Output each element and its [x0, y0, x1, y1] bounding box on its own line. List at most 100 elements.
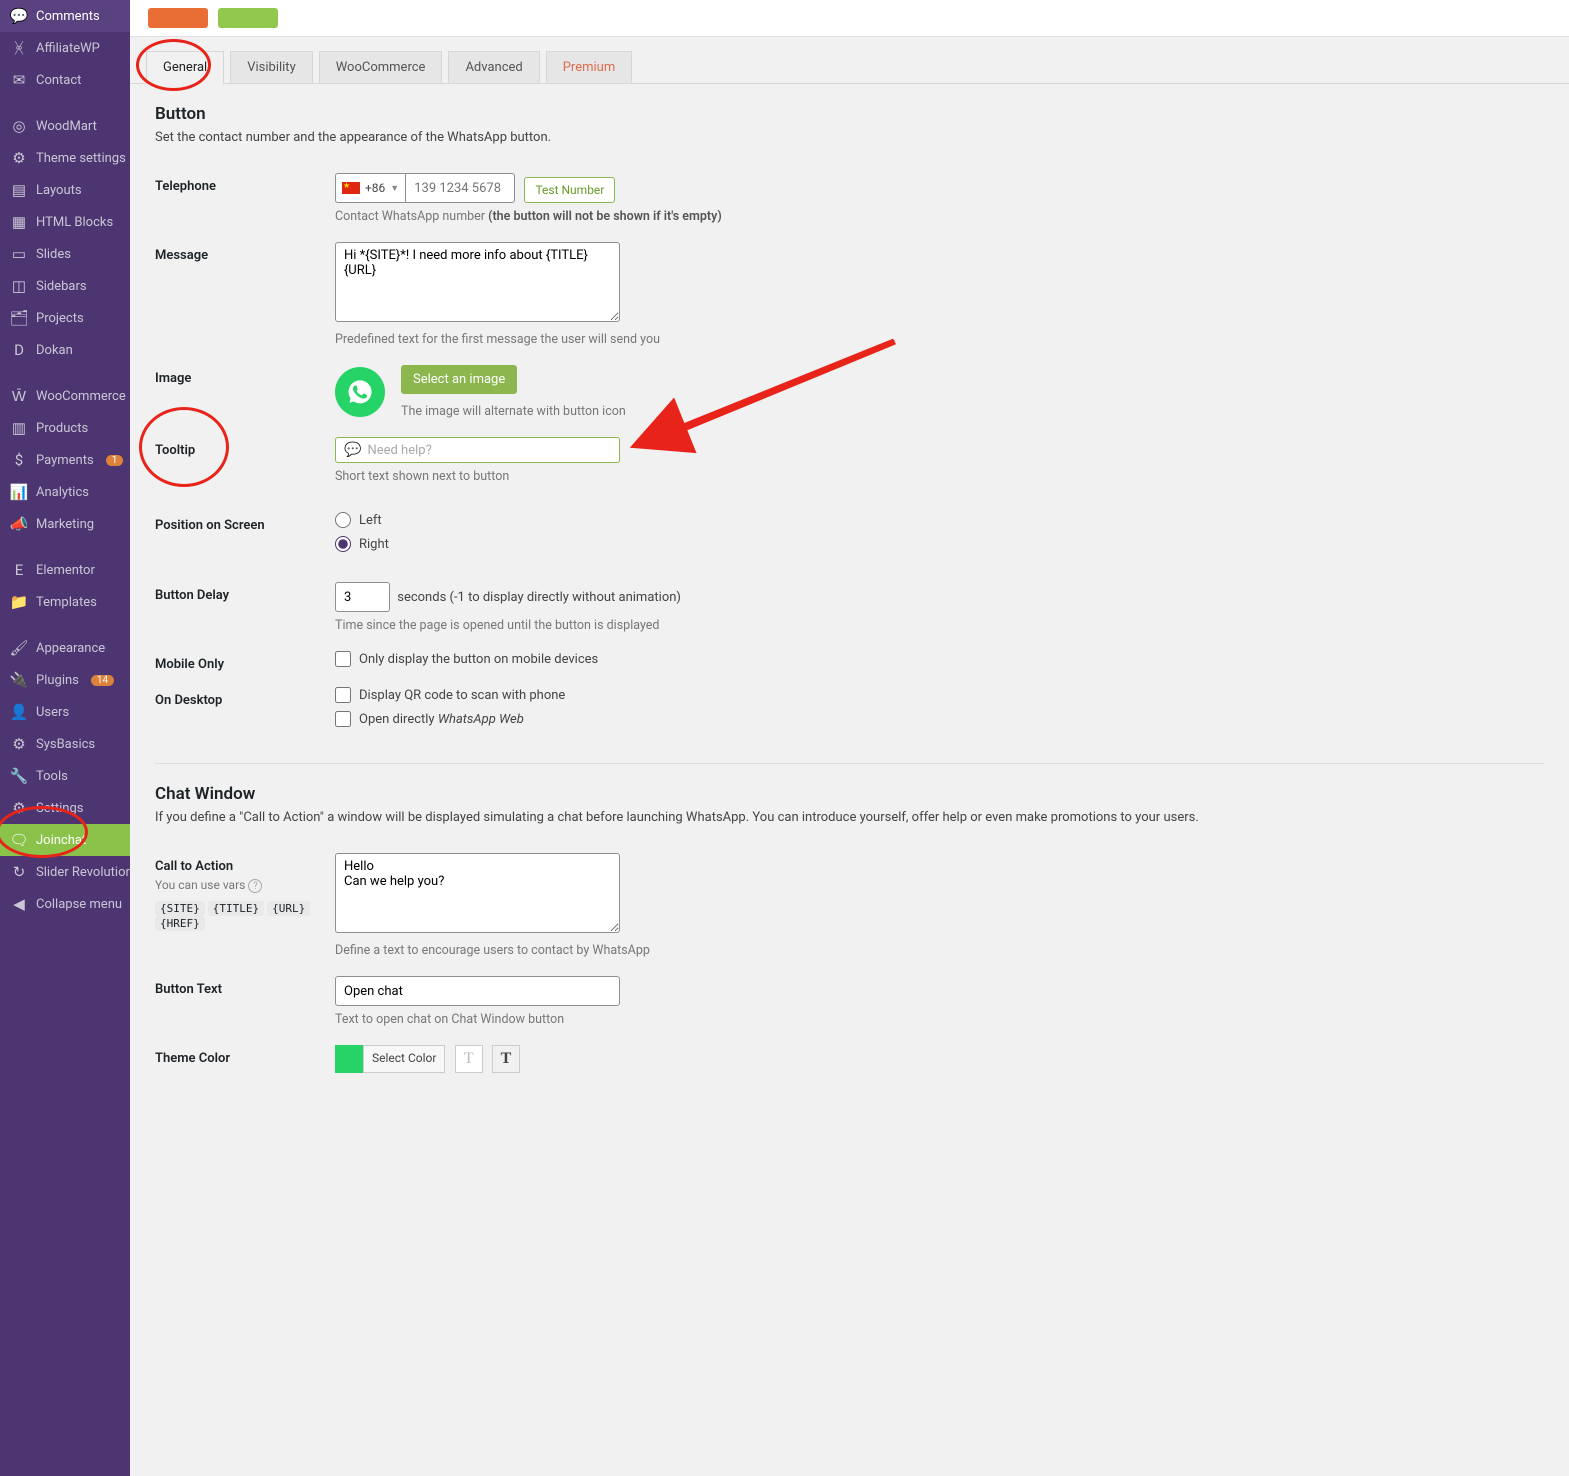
- tooltip-label: Tooltip: [155, 437, 335, 458]
- button-text-input[interactable]: [335, 976, 620, 1006]
- sidebar-item-slider-revolution[interactable]: ↻Slider Revolution: [0, 856, 130, 888]
- tab-general[interactable]: General: [146, 51, 224, 84]
- marketing-icon: 📣: [10, 515, 28, 533]
- whatsapp-icon: [335, 367, 385, 417]
- button-text-label: Button Text: [155, 976, 335, 997]
- text-light-option[interactable]: T: [455, 1045, 483, 1073]
- affiliate-icon: ᚸ: [10, 39, 28, 57]
- sidebar-item-joinchat[interactable]: 🗨 Joinchat: [0, 824, 130, 856]
- sidebar-item-marketing[interactable]: 📣 Marketing: [0, 508, 130, 540]
- country-code-selector[interactable]: +86 ▼: [335, 173, 405, 203]
- sidebar-item-label: SysBasics: [36, 737, 95, 752]
- sidebar-item-woocommerce[interactable]: W̄WooCommerce: [0, 380, 130, 412]
- flag-icon: [342, 182, 360, 194]
- sidebar-item-label: Joinchat: [36, 833, 86, 848]
- position-left-radio[interactable]: [335, 512, 351, 528]
- select-color-button[interactable]: Select Color: [363, 1045, 445, 1073]
- sidebar-item-layouts[interactable]: ▤Layouts: [0, 174, 130, 206]
- joinchat-icon: 🗨: [10, 831, 28, 849]
- tab-premium[interactable]: Premium: [546, 51, 633, 84]
- tooltip-input-wrap[interactable]: 💬: [335, 437, 620, 463]
- sidebar-item-elementor[interactable]: E Elementor: [0, 554, 130, 586]
- sidebar-item-label: WoodMart: [36, 119, 97, 134]
- button-section-desc: Set the contact number and the appearanc…: [155, 130, 1544, 145]
- templates-icon: 📁: [10, 593, 28, 611]
- main-content: General Visibility WooCommerce Advanced …: [130, 0, 1569, 1476]
- tab-visibility[interactable]: Visibility: [230, 51, 313, 84]
- mail-icon: ✉: [10, 71, 28, 89]
- sidebar-item-sysbasics[interactable]: ⚙SysBasics: [0, 728, 130, 760]
- header-green-button[interactable]: [218, 8, 278, 28]
- sidebar-item-label: Marketing: [36, 517, 94, 532]
- sidebar-item-dokan[interactable]: D Dokan: [0, 334, 130, 366]
- admin-sidebar: 💬CommentsᚸAffiliateWP✉Contact◎WoodMart⚙T…: [0, 0, 130, 1476]
- var-badge: {HREF}: [155, 916, 205, 931]
- sidebar-item-users[interactable]: 👤Users: [0, 696, 130, 728]
- text-dark-option[interactable]: T: [492, 1045, 520, 1073]
- delay-label: Button Delay: [155, 582, 335, 603]
- telephone-input[interactable]: [405, 173, 515, 203]
- tooltip-input[interactable]: [367, 443, 611, 458]
- sidebar-item-payments[interactable]: $Payments1: [0, 444, 130, 476]
- message-textarea[interactable]: Hi *{SITE}*! I need more info about {TIT…: [335, 242, 620, 322]
- tab-advanced[interactable]: Advanced: [448, 51, 539, 84]
- cta-textarea[interactable]: Hello Can we help you?: [335, 853, 620, 933]
- analytics-icon: 📊: [10, 483, 28, 501]
- sidebar-item-sidebars[interactable]: ◫Sidebars: [0, 270, 130, 302]
- elementor-icon: E: [10, 561, 28, 579]
- sidebar-item-html-blocks[interactable]: ▦HTML Blocks: [0, 206, 130, 238]
- select-image-button[interactable]: Select an image: [401, 365, 517, 394]
- appearance-icon: 🖌: [10, 639, 28, 657]
- collapse-icon: ◀: [10, 895, 28, 913]
- sidebar-item-label: Comments: [36, 9, 100, 24]
- sidebar-item-label: AffiliateWP: [36, 41, 100, 56]
- sidebar-item-label: WooCommerce: [36, 389, 126, 404]
- sidebar-item-slides[interactable]: ▭Slides: [0, 238, 130, 270]
- speech-bubble-icon: 💬: [344, 442, 361, 458]
- desktop-qr-text: Display QR code to scan with phone: [359, 688, 565, 703]
- comments-icon: 💬: [10, 7, 28, 25]
- sidebar-item-analytics[interactable]: 📊Analytics: [0, 476, 130, 508]
- dokan-icon: D: [10, 341, 28, 359]
- mobile-only-checkbox[interactable]: [335, 651, 351, 667]
- delay-input[interactable]: [335, 582, 390, 612]
- header-orange-button[interactable]: [148, 8, 208, 28]
- sidebar-item-label: Dokan: [36, 343, 73, 358]
- desktop-direct-pre: Open directly: [359, 712, 438, 727]
- cta-label: Call to Action: [155, 859, 335, 874]
- sliders-icon: ⚙: [10, 149, 28, 167]
- sidebar-item-settings[interactable]: ⚙Settings: [0, 792, 130, 824]
- position-right-radio[interactable]: [335, 536, 351, 552]
- sidebar-item-templates[interactable]: 📁Templates: [0, 586, 130, 618]
- sidebar-item-label: Collapse menu: [36, 897, 122, 912]
- sidebar-item-woodmart[interactable]: ◎WoodMart: [0, 110, 130, 142]
- sidebar-item-contact[interactable]: ✉Contact: [0, 64, 130, 96]
- sidebar-item-collapse-menu[interactable]: ◀ Collapse menu: [0, 888, 130, 920]
- sidebar-item-appearance[interactable]: 🖌Appearance: [0, 632, 130, 664]
- slides-icon: ▭: [10, 245, 28, 263]
- sidebar-item-label: Tools: [36, 769, 68, 784]
- position-label: Position on Screen: [155, 512, 335, 533]
- sidebar-item-projects[interactable]: 🗂Projects: [0, 302, 130, 334]
- projects-icon: 🗂: [10, 309, 28, 327]
- sidebar-item-label: Elementor: [36, 563, 95, 578]
- sidebar-item-comments[interactable]: 💬 Comments: [0, 0, 130, 32]
- desktop-qr-checkbox[interactable]: [335, 687, 351, 703]
- sidebar-item-theme-settings[interactable]: ⚙Theme settings: [0, 142, 130, 174]
- telephone-help: Contact WhatsApp number (the button will…: [335, 209, 1544, 224]
- image-label: Image: [155, 365, 335, 386]
- cta-vars-list: {SITE}{TITLE}{URL}{HREF}: [155, 901, 335, 931]
- var-badge: {SITE}: [155, 901, 205, 916]
- desktop-label: On Desktop: [155, 687, 335, 708]
- settings-tabs: General Visibility WooCommerce Advanced …: [146, 51, 1569, 84]
- theme-color-swatch[interactable]: [335, 1045, 363, 1073]
- products-icon: ▥: [10, 419, 28, 437]
- test-number-button[interactable]: Test Number: [524, 177, 615, 203]
- sidebar-item-products[interactable]: ▥Products: [0, 412, 130, 444]
- tab-woocommerce[interactable]: WooCommerce: [319, 51, 443, 84]
- desktop-direct-checkbox[interactable]: [335, 711, 351, 727]
- delay-help: Time since the page is opened until the …: [335, 618, 1544, 633]
- sidebar-item-affiliatewp[interactable]: ᚸ AffiliateWP: [0, 32, 130, 64]
- sidebar-item-tools[interactable]: 🔧Tools: [0, 760, 130, 792]
- sidebar-item-plugins[interactable]: 🔌Plugins14: [0, 664, 130, 696]
